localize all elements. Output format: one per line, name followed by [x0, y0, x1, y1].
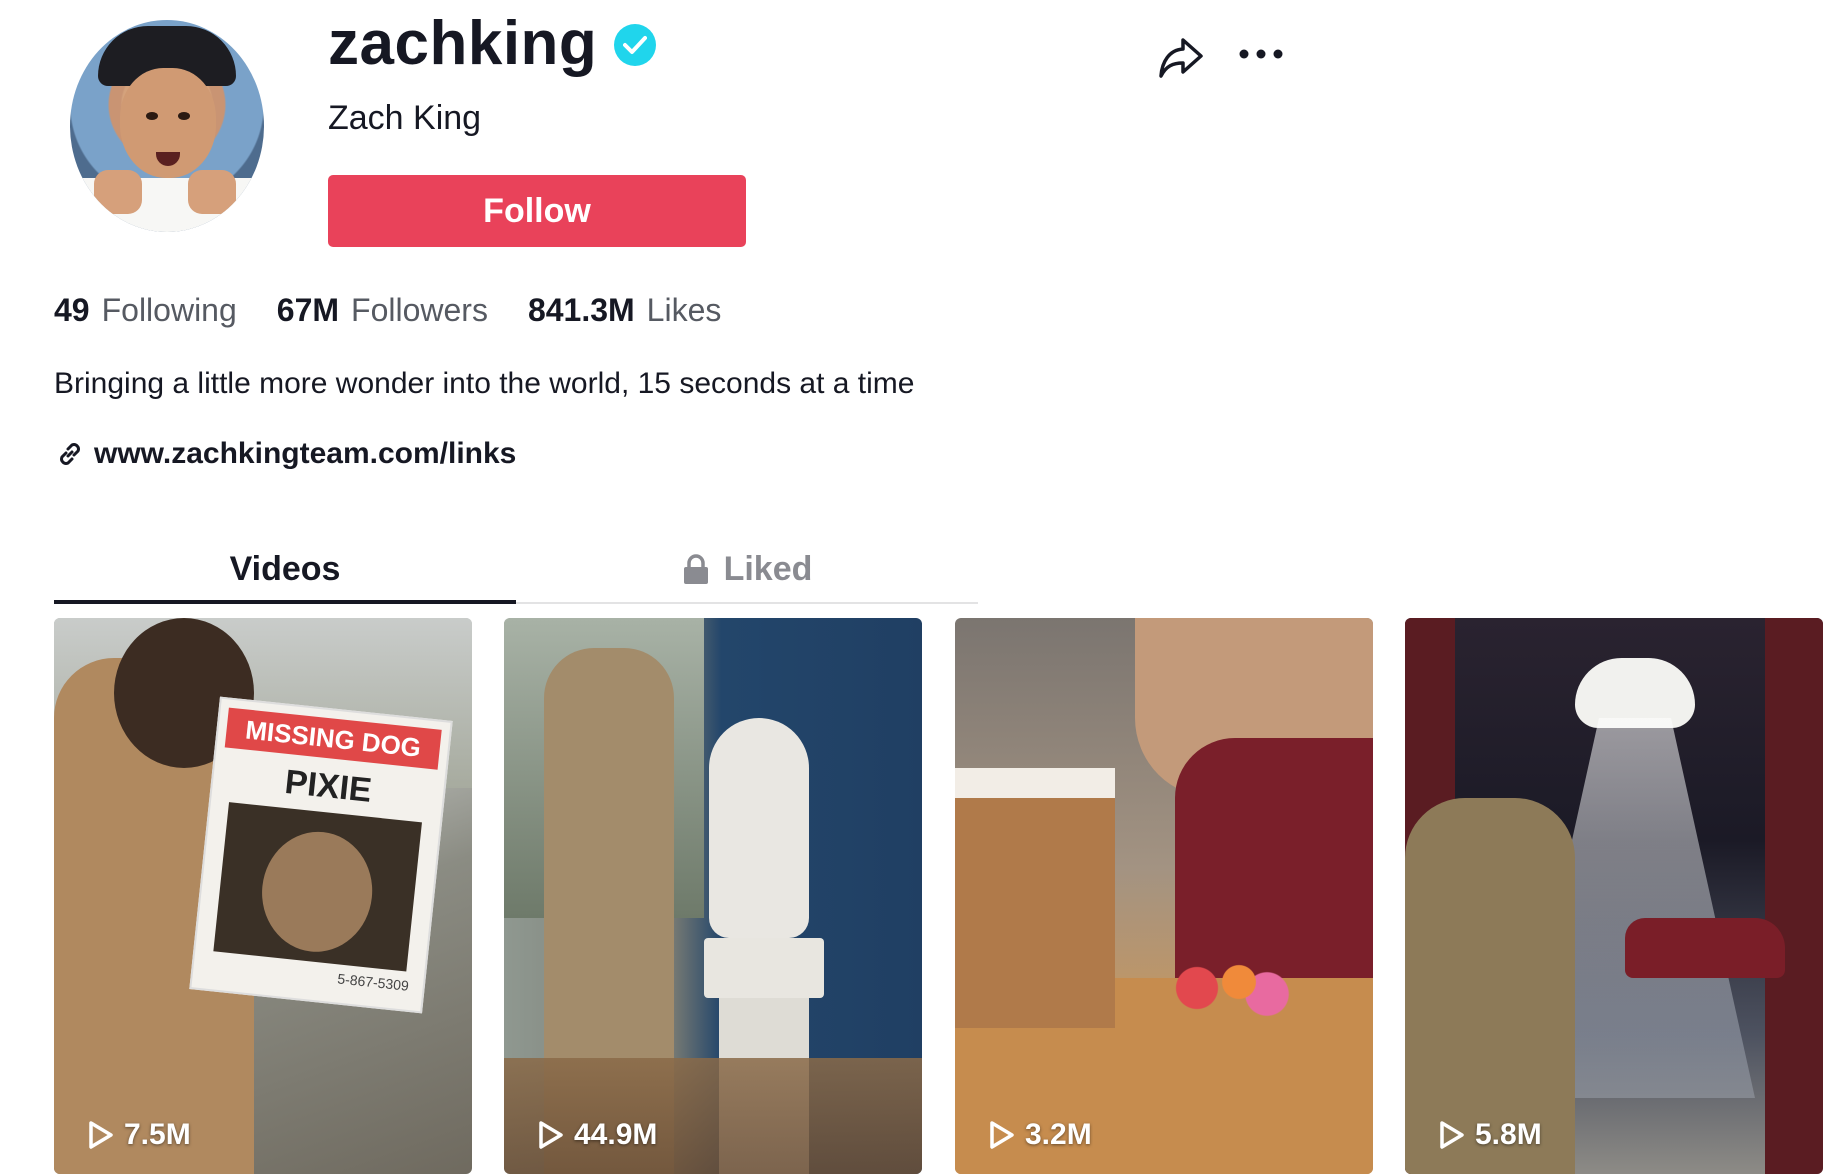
stat-likes: 841.3M Likes: [528, 292, 721, 329]
link-icon: [60, 443, 80, 465]
video-thumbnail-car: [1625, 918, 1785, 978]
share-icon[interactable]: [1157, 34, 1205, 80]
sign-dog-photo: [213, 802, 422, 972]
video-thumbnail-bust: [709, 718, 809, 938]
play-icon: [1440, 1121, 1464, 1149]
stat-label: Following: [101, 292, 237, 328]
video-views: 44.9M: [538, 1118, 657, 1152]
tab-liked[interactable]: Liked: [516, 536, 978, 602]
tab-label: Videos: [229, 549, 341, 588]
lock-icon: [683, 554, 708, 584]
video-views: 3.2M: [989, 1118, 1092, 1152]
missing-dog-sign: MISSING DOG PIXIE 5-867-5309: [189, 696, 453, 1014]
stat-value: 841.3M: [527, 292, 635, 328]
active-tab-indicator: [54, 600, 516, 604]
video-card[interactable]: 5.8M: [1405, 618, 1823, 1174]
video-thumbnail-ufo-light: [1575, 658, 1695, 728]
video-thumbnail-sweater: [1175, 738, 1373, 988]
play-icon: [89, 1121, 113, 1149]
stat-followers[interactable]: 67M Followers: [277, 292, 488, 329]
video-card[interactable]: MISSING DOG PIXIE 5-867-5309 7.5M: [54, 618, 472, 1174]
tab-label: Liked: [723, 549, 813, 588]
bio-link-text: www.zachkingteam.com/links: [94, 437, 517, 470]
video-views-count: 7.5M: [124, 1118, 191, 1151]
follow-button[interactable]: Follow: [328, 175, 746, 247]
bio-link[interactable]: www.zachkingteam.com/links: [56, 434, 516, 474]
avatar[interactable]: [70, 20, 264, 232]
avatar-hand: [188, 170, 236, 214]
video-thumbnail-pedestal-top: [704, 938, 824, 998]
video-views-count: 3.2M: [1025, 1118, 1092, 1151]
stat-value: 67M: [276, 292, 340, 328]
video-thumbnail-candy: [1155, 958, 1295, 1018]
play-icon: [990, 1121, 1014, 1149]
avatar-eye: [178, 112, 190, 120]
verified-badge-icon: [614, 24, 656, 66]
video-views-count: 44.9M: [574, 1118, 658, 1151]
tab-videos[interactable]: Videos: [54, 536, 516, 602]
stat-label: Likes: [646, 292, 722, 328]
video-card[interactable]: 3.2M: [955, 618, 1373, 1174]
video-grid: MISSING DOG PIXIE 5-867-5309 7.5M 44.9M: [54, 618, 1834, 1174]
avatar-hand: [94, 170, 142, 214]
stat-following[interactable]: 49 Following: [54, 292, 237, 329]
profile-tabs: Videos Liked: [54, 536, 978, 604]
video-card[interactable]: 44.9M: [504, 618, 922, 1174]
video-thumbnail-curtain-right: [1765, 618, 1823, 1174]
bio: Bringing a little more wonder into the w…: [54, 367, 915, 400]
video-thumbnail-gingerbread-house: [955, 768, 1115, 1028]
video-views: 5.8M: [1439, 1118, 1542, 1152]
more-icon[interactable]: [1238, 44, 1284, 64]
avatar-eye: [146, 112, 158, 120]
video-views: 7.5M: [88, 1118, 191, 1152]
username: zachking: [328, 9, 598, 78]
video-thumbnail-floor: [504, 1058, 922, 1174]
stat-label: Followers: [351, 292, 488, 328]
profile-stats: 49 Following 67M Followers 841.3M Likes: [54, 292, 761, 336]
play-icon: [539, 1121, 563, 1149]
video-views-count: 5.8M: [1475, 1118, 1542, 1151]
nickname: Zach King: [328, 99, 482, 137]
stat-value: 49: [54, 292, 90, 328]
